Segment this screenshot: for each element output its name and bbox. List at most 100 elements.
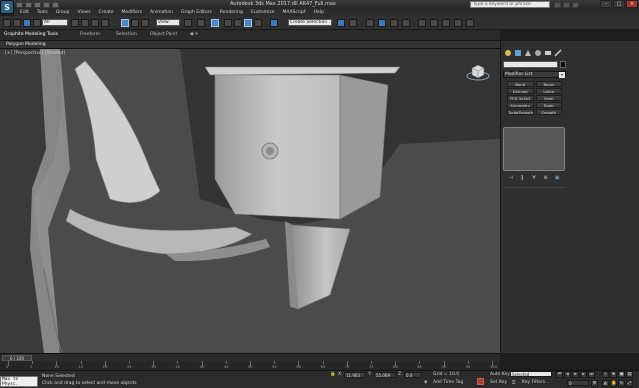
modify-tab-icon[interactable] xyxy=(514,49,522,57)
snaps-toggle-icon[interactable] xyxy=(224,19,232,27)
show-end-result-icon[interactable]: ‖ xyxy=(519,175,525,181)
menu-help[interactable]: Help xyxy=(310,9,328,16)
select-and-move-icon[interactable] xyxy=(121,19,129,27)
link-icon[interactable] xyxy=(23,19,31,27)
reference-coordinate-dropdown[interactable]: View xyxy=(156,19,180,26)
auto-key-label[interactable]: Auto Key xyxy=(490,372,510,377)
layer-explorer-icon[interactable] xyxy=(378,19,386,27)
shell-button[interactable]: Shell xyxy=(535,95,562,101)
pivot-center-icon[interactable] xyxy=(184,19,192,27)
render-production-icon[interactable] xyxy=(466,19,474,27)
create-tab-icon[interactable] xyxy=(504,49,512,57)
time-configuration-icon[interactable]: ⚙ xyxy=(591,380,598,387)
display-tab-icon[interactable] xyxy=(544,49,552,57)
make-unique-icon[interactable]: ∀ xyxy=(531,175,537,181)
search-input[interactable]: Type a keyword or phrase xyxy=(470,1,550,8)
curve-editor-icon[interactable] xyxy=(402,19,410,27)
configure-modifier-sets-icon[interactable]: ▣ xyxy=(554,175,560,181)
redo-icon[interactable] xyxy=(52,2,59,8)
mirror-icon[interactable] xyxy=(337,19,345,27)
pan-view-icon[interactable]: ✋ xyxy=(610,380,617,387)
next-frame-icon[interactable]: ▸ xyxy=(580,371,587,378)
tab-selection[interactable]: Selection xyxy=(116,32,137,37)
remove-modifier-icon[interactable]: ⊜ xyxy=(543,175,549,181)
go-to-start-icon[interactable]: ⏮ xyxy=(556,371,563,378)
named-selection-set-dropdown[interactable]: Create Selection Se xyxy=(288,19,332,31)
modifier-list-dropdown[interactable]: Modifier List ▾ xyxy=(503,71,566,78)
schematic-view-icon[interactable] xyxy=(418,19,426,27)
percent-snap-icon[interactable] xyxy=(244,19,252,27)
set-key-label[interactable]: Set Key xyxy=(490,380,507,385)
tab-object-paint[interactable]: Object Paint xyxy=(150,32,177,37)
key-mode-dropdown[interactable]: Selected xyxy=(510,371,552,377)
unlink-icon[interactable] xyxy=(33,19,41,27)
viewcube-icon[interactable] xyxy=(466,63,490,81)
menu-graph-editors[interactable]: Graph Editors xyxy=(177,9,216,16)
turbosmooth-button[interactable]: TurboSmooth xyxy=(507,109,534,115)
manipulate-icon[interactable] xyxy=(197,19,205,27)
taper-button[interactable]: Taper xyxy=(535,102,562,108)
select-object-icon[interactable] xyxy=(71,19,79,27)
lathe-button[interactable]: Lathe xyxy=(535,88,562,94)
minimize-button[interactable]: – xyxy=(600,0,612,8)
select-and-rotate-icon[interactable] xyxy=(131,19,139,27)
select-by-name-icon[interactable] xyxy=(81,19,89,27)
time-tag-icon[interactable]: ◈ xyxy=(424,380,427,385)
material-editor-icon[interactable] xyxy=(430,19,438,27)
polygon-modeling-label[interactable]: Polygon Modeling xyxy=(6,42,46,47)
pin-stack-icon[interactable]: ⊣ xyxy=(508,175,514,181)
zoom-icon[interactable]: ⌕ xyxy=(602,371,609,378)
redo-button[interactable] xyxy=(13,19,21,27)
save-file-icon[interactable] xyxy=(34,2,41,8)
undo-icon[interactable] xyxy=(43,2,50,8)
ffd-button[interactable]: FFD 3x3x3 xyxy=(507,95,534,101)
field-of-view-icon[interactable]: ◭ xyxy=(602,380,609,387)
spinner-snap-icon[interactable] xyxy=(254,19,262,27)
menu-animation[interactable]: Animation xyxy=(146,9,177,16)
select-and-scale-icon[interactable] xyxy=(141,19,149,27)
track-bar[interactable]: 0 5 10 15 20 25 30 35 40 45 50 55 60 65 70 75 80 85 90 95 10… xyxy=(0,361,500,370)
maxscript-listener-input[interactable]: Max to Physc. xyxy=(0,376,38,387)
bevel-button[interactable]: Bevel xyxy=(535,81,562,87)
zoom-all-icon[interactable]: ⊕ xyxy=(610,371,617,378)
play-icon[interactable]: ▸ xyxy=(572,371,579,378)
utilities-tab-icon[interactable] xyxy=(554,49,562,57)
menu-views[interactable]: Views xyxy=(74,9,95,16)
help-icon[interactable] xyxy=(572,2,579,8)
time-slider[interactable]: 0 / 100 xyxy=(0,353,500,361)
menu-tools[interactable]: Tools xyxy=(33,9,52,16)
modifier-stack-list[interactable] xyxy=(503,127,565,171)
close-button[interactable]: × xyxy=(626,0,638,8)
menu-maxscript[interactable]: MAXScript xyxy=(279,9,310,16)
tab-graphite-modeling-tools[interactable]: Graphite Modeling Tools xyxy=(4,32,58,37)
app-logo-icon[interactable]: S xyxy=(0,0,14,14)
extrude-button[interactable]: Extrude xyxy=(507,88,534,94)
current-frame-field[interactable]: 0 xyxy=(567,380,589,386)
hierarchy-tab-icon[interactable] xyxy=(524,49,532,57)
key-filters-button[interactable]: Key Filters... xyxy=(522,380,549,385)
open-file-icon[interactable] xyxy=(25,2,32,8)
keyboard-shortcut-icon[interactable] xyxy=(211,19,219,27)
y-coordinate-field[interactable]: 55.069 xyxy=(374,372,396,378)
object-color-swatch[interactable] xyxy=(560,61,566,68)
object-name-field[interactable] xyxy=(503,61,558,68)
ribbon-options-icon[interactable]: ◉ ▾ xyxy=(190,32,198,37)
render-setup-icon[interactable] xyxy=(442,19,450,27)
angle-snap-icon[interactable] xyxy=(234,19,242,27)
smooth-button[interactable]: Smooth xyxy=(535,109,562,115)
bend-button[interactable]: Bend xyxy=(507,81,534,87)
go-to-end-icon[interactable]: ⏭ xyxy=(588,371,595,378)
selection-filter-dropdown[interactable]: All xyxy=(42,19,68,26)
menu-modifiers[interactable]: Modifiers xyxy=(118,9,147,16)
edit-named-selection-icon[interactable] xyxy=(270,19,278,27)
new-file-icon[interactable] xyxy=(16,2,23,8)
user-icon[interactable] xyxy=(563,2,570,8)
menu-group[interactable]: Group xyxy=(52,9,74,16)
menu-edit[interactable]: Edit xyxy=(16,9,33,16)
zoom-extents-icon[interactable]: ▣ xyxy=(618,371,625,378)
window-crossing-icon[interactable] xyxy=(101,19,109,27)
previous-frame-icon[interactable]: ◂ xyxy=(564,371,571,378)
rendered-frame-window-icon[interactable] xyxy=(454,19,462,27)
key-icon[interactable]: ⚿ xyxy=(512,380,515,386)
add-time-tag-button[interactable]: Add Time Tag xyxy=(433,380,463,385)
